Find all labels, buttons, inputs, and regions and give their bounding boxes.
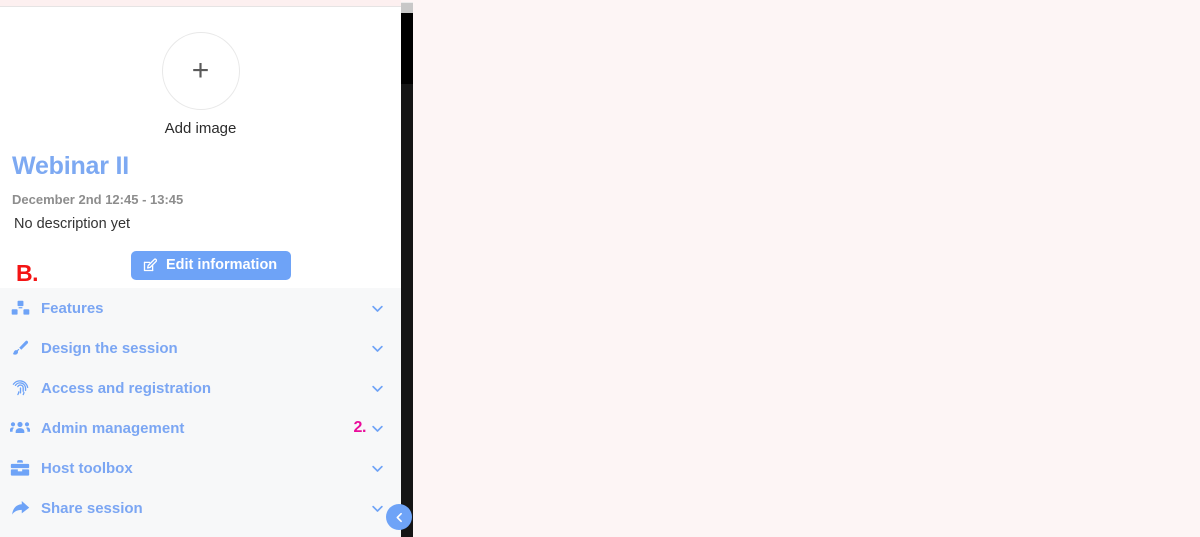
session-side-panel: + Add image Webinar II December 2nd 12:4… [0,7,401,537]
share-arrow-icon [8,498,32,518]
add-image-control[interactable]: + Add image [12,32,389,137]
collapse-panel-button[interactable] [386,504,412,530]
chevron-down-icon[interactable] [368,339,386,357]
menu-item-label: Features [41,299,104,317]
add-image-label: Add image [164,120,237,137]
menu-item-design-the-session[interactable]: Design the session [0,328,401,368]
chevron-down-icon[interactable] [368,499,386,517]
add-image-circle[interactable]: + [161,32,240,110]
session-datetime: December 2nd 12:45 - 13:45 [12,191,184,207]
session-header: + Add image Webinar II December 2nd 12:4… [0,7,401,288]
menu-item-label: Access and registration [41,379,212,397]
scrollbar-thumb[interactable] [401,12,413,84]
paint-brush-icon [8,338,32,358]
edit-pencil-square-icon [142,258,157,273]
chevron-down-icon[interactable] [368,299,386,317]
plus-icon: + [191,54,210,87]
chevron-left-icon [393,511,406,524]
chevron-down-icon[interactable] [368,459,386,477]
menu-item-features[interactable]: Features [0,288,401,328]
menu-item-admin-management[interactable]: Admin management 2. [0,408,401,448]
edit-information-label: Edit information [166,257,278,273]
chevron-down-icon[interactable] [368,419,386,437]
menu-item-label: Share session [41,499,143,517]
menu-item-access-and-registration[interactable]: Access and registration [0,368,401,408]
scrollbar-track[interactable] [401,12,413,537]
edit-row: B. Edit information [12,250,389,286]
edit-information-button[interactable]: Edit information [131,250,292,280]
scrollbar-up-button[interactable] [401,2,413,13]
users-icon [8,418,32,438]
fingerprint-icon [8,378,32,398]
menu-item-label: Admin management [41,419,185,437]
annotation-b-marker: B. [16,259,39,286]
cubes-icon [8,298,32,318]
session-title: Webinar II [12,152,130,180]
menu-item-label: Design the session [41,339,178,357]
annotation-2-marker: 2. [353,419,366,436]
chevron-down-icon[interactable] [368,379,386,397]
menu-item-label: Host toolbox [41,459,133,477]
session-description: No description yet [14,215,131,232]
menu-item-share-session[interactable]: Share session [0,488,401,528]
menu-item-host-toolbox[interactable]: Host toolbox [0,448,401,488]
session-menu-list: Features Design the session Access and r… [0,288,401,537]
toolbox-icon [8,458,32,478]
